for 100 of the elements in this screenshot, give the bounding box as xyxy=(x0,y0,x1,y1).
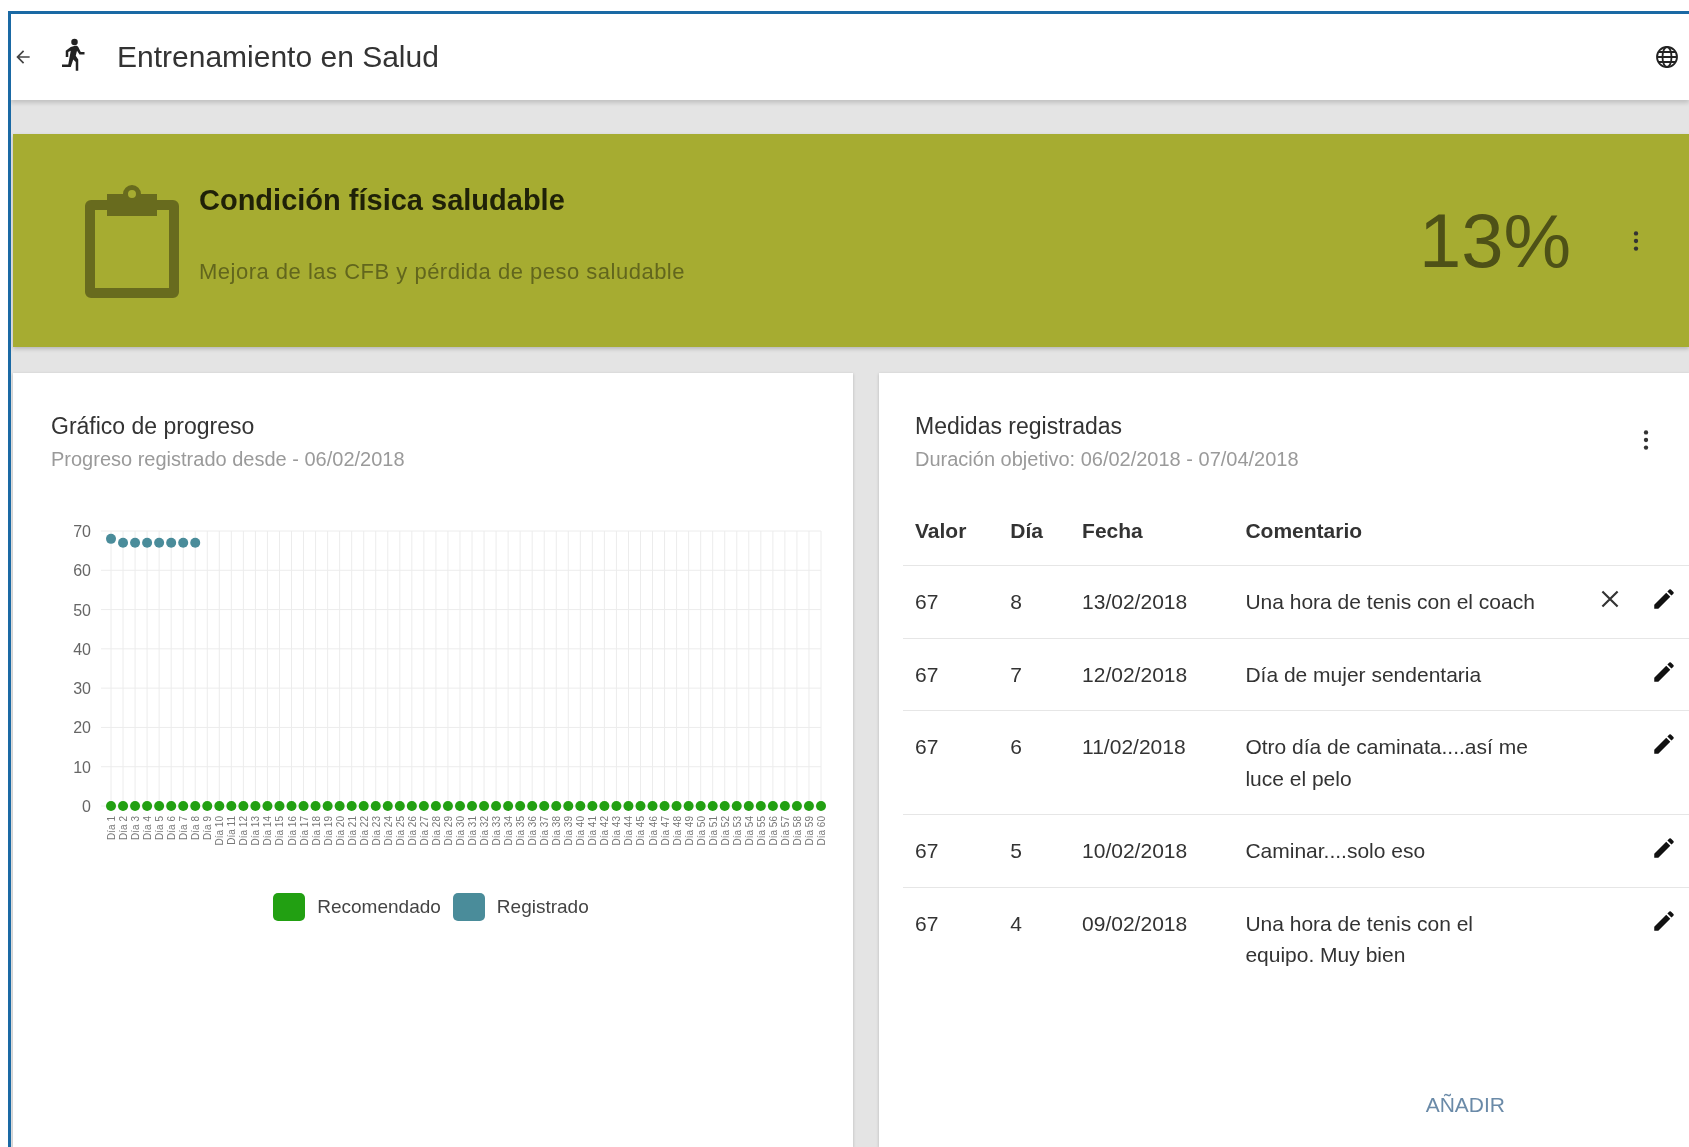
y-tick-label: 60 xyxy=(73,562,91,580)
x-tick-label: Día 9 xyxy=(202,816,214,840)
app-title: Entrenamiento en Salud xyxy=(117,40,439,74)
x-tick-label: Día 56 xyxy=(767,816,779,846)
x-tick-label: Día 55 xyxy=(755,816,767,846)
table-cell: Una hora de tenis con el equipo. Muy bien xyxy=(1233,887,1558,991)
x-tick-label: Día 13 xyxy=(250,816,262,846)
x-tick-label: Día 57 xyxy=(779,816,791,846)
x-tick-label: Día 40 xyxy=(575,816,587,846)
x-tick-label: Día 59 xyxy=(803,816,815,846)
data-point xyxy=(635,801,646,811)
data-point xyxy=(719,801,730,811)
x-tick-label: Día 28 xyxy=(430,816,442,846)
data-point xyxy=(262,801,273,811)
x-tick-label: Día 44 xyxy=(623,816,635,846)
data-point xyxy=(358,801,369,811)
column-header: Fecha xyxy=(1070,519,1234,566)
column-header: Comentario xyxy=(1233,519,1558,566)
data-point xyxy=(587,801,598,811)
pencil-icon[interactable] xyxy=(1651,731,1677,757)
legend-label: Recomendado xyxy=(317,896,441,918)
x-tick-label: Día 43 xyxy=(611,816,623,846)
data-point xyxy=(539,801,550,811)
x-tick-label: Día 7 xyxy=(178,816,190,840)
x-tick-label: Día 36 xyxy=(527,816,539,846)
x-tick-label: Día 29 xyxy=(442,816,454,846)
data-point xyxy=(286,801,297,811)
add-button[interactable]: AÑADIR xyxy=(1417,1087,1513,1123)
data-point xyxy=(190,537,201,548)
x-tick-label: Día 23 xyxy=(370,816,382,846)
data-point xyxy=(467,801,477,811)
y-tick-label: 20 xyxy=(73,719,91,737)
card-title: Gráfico de progreso xyxy=(51,413,256,440)
data-point xyxy=(118,801,129,811)
data-point xyxy=(707,801,718,811)
data-point xyxy=(659,801,670,811)
data-point xyxy=(118,537,129,548)
data-point xyxy=(755,801,766,811)
data-point xyxy=(250,801,261,811)
card-subtitle: Progreso registrado desde - 06/02/2018 xyxy=(51,448,406,471)
x-tick-label: Día 58 xyxy=(791,816,803,846)
data-point xyxy=(382,801,393,811)
data-point xyxy=(418,801,429,811)
x-tick-label: Día 24 xyxy=(382,816,394,846)
globe-icon[interactable] xyxy=(1655,45,1679,69)
table-cell: Día de mujer sendentaria xyxy=(1233,638,1558,711)
data-point xyxy=(190,801,201,811)
x-tick-label: Día 6 xyxy=(166,816,178,840)
data-point xyxy=(142,537,153,548)
table-cell: 8 xyxy=(998,565,1071,638)
data-point xyxy=(491,801,502,811)
x-tick-label: Día 37 xyxy=(539,816,551,846)
table-cell: 10/02/2018 xyxy=(1070,814,1234,887)
data-point xyxy=(106,533,116,544)
x-tick-label: Día 48 xyxy=(671,816,683,846)
x-tick-label: Día 41 xyxy=(587,816,599,846)
data-point xyxy=(430,801,441,811)
data-point xyxy=(599,801,610,811)
data-point xyxy=(671,801,682,811)
y-tick-label: 0 xyxy=(82,798,91,815)
x-tick-label: Día 20 xyxy=(334,816,346,846)
pencil-icon[interactable] xyxy=(1651,586,1677,612)
table-cell: 6 xyxy=(998,710,1071,815)
data-point xyxy=(683,801,694,811)
table-cell: Caminar....solo eso xyxy=(1233,814,1558,887)
data-point xyxy=(803,801,814,811)
x-tick-label: Día 8 xyxy=(190,816,202,840)
x-tick-label: Día 47 xyxy=(659,816,671,846)
y-tick-label: 50 xyxy=(73,601,91,619)
legend-label: Registrado xyxy=(496,896,589,918)
x-tick-label: Día 46 xyxy=(647,816,659,846)
x-tick-label: Día 19 xyxy=(322,816,334,846)
data-point xyxy=(575,801,586,811)
x-tick-label: Día 27 xyxy=(418,816,430,846)
data-point xyxy=(202,801,213,811)
data-point xyxy=(154,537,165,548)
data-point xyxy=(816,801,826,811)
data-point xyxy=(647,801,658,811)
x-tick-label: Día 16 xyxy=(286,816,298,846)
data-point xyxy=(130,537,141,548)
x-tick-label: Día 10 xyxy=(214,816,226,846)
y-tick-label: 70 xyxy=(73,523,91,540)
data-point xyxy=(298,801,309,811)
y-tick-label: 40 xyxy=(73,640,91,658)
progress-percent: 13% xyxy=(1418,197,1571,284)
x-tick-label: Día 25 xyxy=(394,816,406,846)
data-point xyxy=(238,801,249,811)
x-tick-label: Día 12 xyxy=(238,816,250,846)
data-point xyxy=(551,801,562,811)
x-tick-label: Día 5 xyxy=(154,816,166,840)
pencil-icon[interactable] xyxy=(1651,835,1677,861)
x-tick-label: Día 15 xyxy=(274,816,286,846)
data-point xyxy=(310,801,321,811)
x-tick-label: Día 34 xyxy=(503,816,515,846)
x-tick-label: Día 32 xyxy=(479,816,491,846)
x-tick-label: Día 18 xyxy=(310,816,322,846)
data-point xyxy=(130,801,141,811)
data-point xyxy=(455,801,465,811)
data-point xyxy=(503,801,514,811)
x-tick-label: Día 42 xyxy=(599,816,611,846)
